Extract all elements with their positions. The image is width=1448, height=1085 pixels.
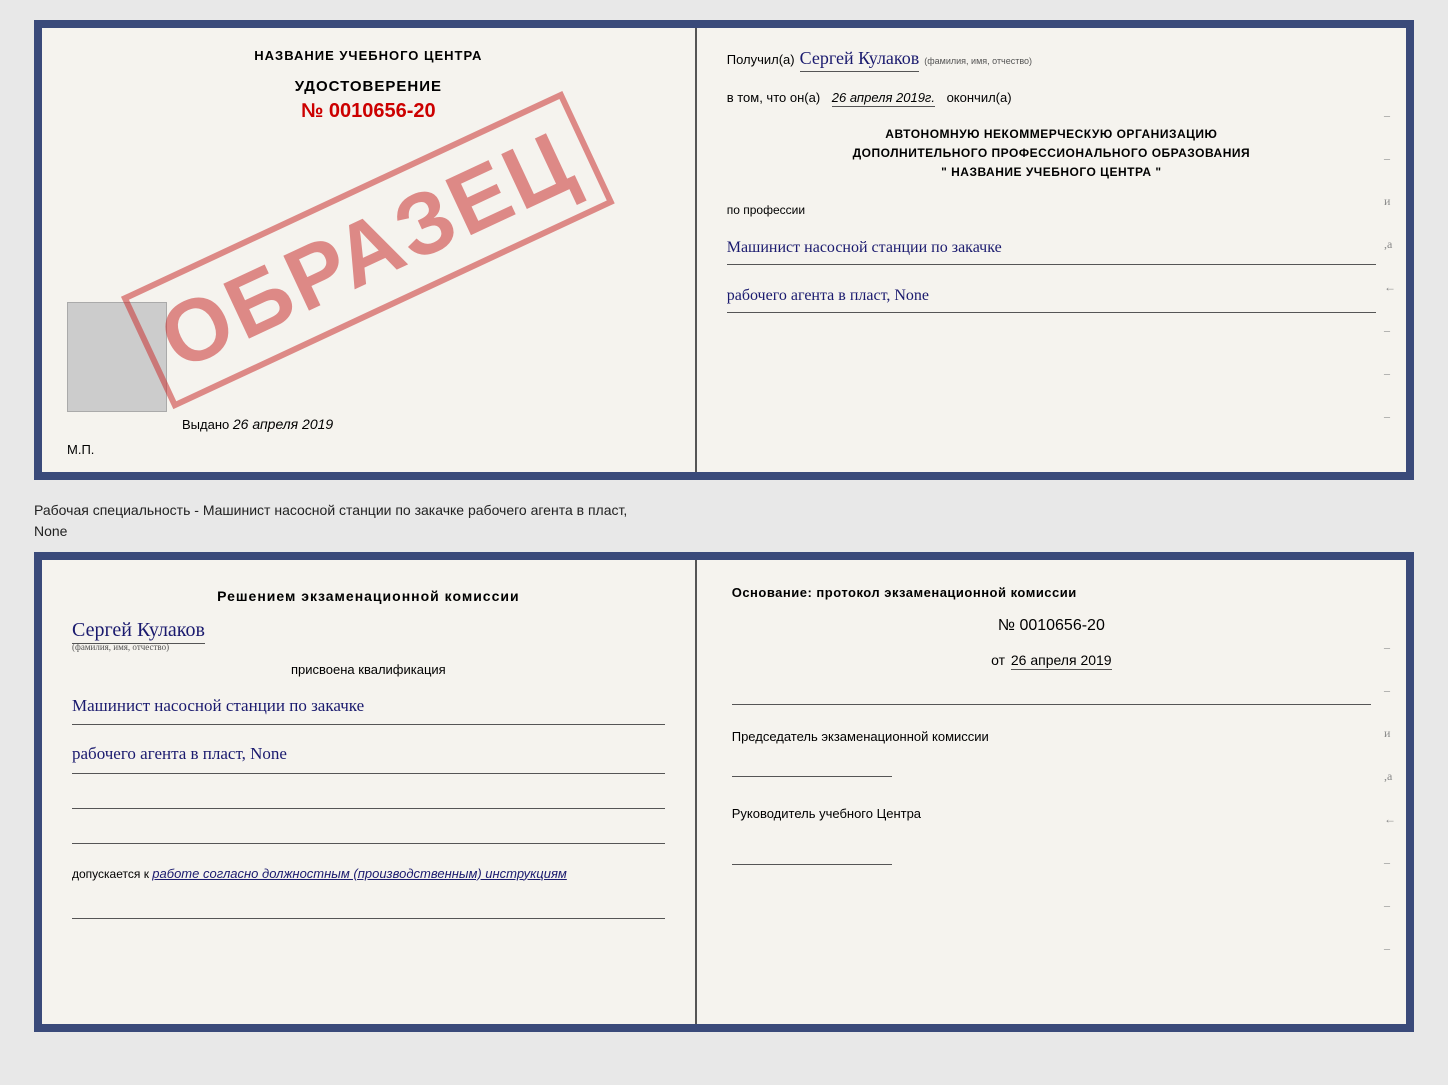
head-sign-line	[732, 843, 892, 865]
org-line1: АВТОНОМНУЮ НЕКОММЕРЧЕСКУЮ ОРГАНИЗАЦИЮ	[727, 125, 1376, 144]
commission-title: Решением экзаменационной комиссии	[72, 585, 665, 609]
person-name: Сергей Кулаков	[72, 619, 205, 644]
admitted-label: допускается к работе согласно должностны…	[72, 864, 665, 885]
person-name-block: Сергей Кулаков (фамилия, имя, отчество)	[72, 619, 665, 652]
org-line3: " НАЗВАНИЕ УЧЕБНОГО ЦЕНТРА "	[727, 163, 1376, 182]
protocol-date-val: 26 апреля 2019	[1011, 652, 1112, 670]
top-doc-left: НАЗВАНИЕ УЧЕБНОГО ЦЕНТРА УДОСТОВЕРЕНИЕ №…	[42, 28, 697, 472]
bottom-doc-right: Основание: протокол экзаменационной коми…	[697, 560, 1406, 1024]
right-dashes: ––и,а←–––	[1384, 108, 1396, 424]
org-block: АВТОНОМНУЮ НЕКОММЕРЧЕСКУЮ ОРГАНИЗАЦИЮ ДО…	[727, 125, 1376, 183]
date-line: в том, что он(а) 26 апреля 2019г. окончи…	[727, 90, 1376, 105]
blank-line-1	[72, 787, 665, 809]
top-doc-title: НАЗВАНИЕ УЧЕБНОГО ЦЕНТРА	[67, 48, 670, 63]
date-suffix: окончил(а)	[947, 90, 1012, 105]
admitted-prefix: допускается к	[72, 867, 149, 881]
protocol-date-prefix: от	[991, 652, 1005, 668]
basis-title: Основание: протокол экзаменационной коми…	[732, 585, 1371, 600]
stamp-obrazec: ОБРАЗЕЦ	[121, 91, 615, 409]
date-prefix: в том, что он(а)	[727, 90, 820, 105]
person-hint: (фамилия, имя, отчество)	[72, 642, 665, 652]
top-document: НАЗВАНИЕ УЧЕБНОГО ЦЕНТРА УДОСТОВЕРЕНИЕ №…	[34, 20, 1414, 480]
admitted-val: работе согласно должностным (производств…	[152, 866, 567, 881]
protocol-number: № 0010656-20	[732, 617, 1371, 635]
chairman-sign-line	[732, 755, 892, 777]
protocol-date: от 26 апреля 2019	[732, 652, 1371, 668]
mp-label: М.П.	[67, 442, 94, 457]
top-doc-right: Получил(а) Сергей Кулаков (фамилия, имя,…	[697, 28, 1406, 472]
blank-line-2	[72, 822, 665, 844]
blank-line-3	[72, 897, 665, 919]
cert-label: УДОСТОВЕРЕНИЕ	[67, 78, 670, 95]
issued-prefix: Выдано	[182, 417, 229, 432]
recipient-hint: (фамилия, имя, отчество)	[924, 56, 1032, 66]
issued-date: 26 апреля 2019	[233, 416, 333, 432]
recipient-prefix: Получил(а)	[727, 52, 795, 67]
head-label: Руководитель учебного Центра	[732, 804, 1371, 824]
qual-line1: Машинист насосной станции по закачке	[72, 687, 665, 725]
bottom-doc-left: Решением экзаменационной комиссии Сергей…	[42, 560, 697, 1024]
profession-label: по профессии	[727, 203, 1376, 217]
subtitle-block: Рабочая специальность - Машинист насосно…	[34, 500, 1414, 542]
issued-line: Выдано 26 апреля 2019	[182, 416, 333, 432]
subtitle-line2: None	[34, 521, 1414, 542]
org-line2: ДОПОЛНИТЕЛЬНОГО ПРОФЕССИОНАЛЬНОГО ОБРАЗО…	[727, 144, 1376, 163]
profession-line2: рабочего агента в пласт, None	[727, 280, 1376, 313]
date-value: 26 апреля 2019г.	[832, 90, 935, 107]
qual-line2: рабочего агента в пласт, None	[72, 735, 665, 773]
chairman-block: Председатель экзаменационной комиссии	[732, 727, 1371, 777]
photo-placeholder	[67, 302, 167, 412]
recipient-name: Сергей Кулаков	[800, 48, 920, 72]
subtitle-line1: Рабочая специальность - Машинист насосно…	[34, 500, 1414, 521]
profession-line1: Машинист насосной станции по закачке	[727, 232, 1376, 265]
cert-number: № 0010656-20	[67, 100, 670, 123]
assigned-label: присвоена квалификация	[72, 662, 665, 677]
bottom-document: Решением экзаменационной комиссии Сергей…	[34, 552, 1414, 1032]
blank-line-right-1	[732, 683, 1371, 705]
right-dashes-bottom: ––и,а←–––	[1384, 640, 1396, 956]
recipient-line: Получил(а) Сергей Кулаков (фамилия, имя,…	[727, 48, 1376, 72]
chairman-label: Председатель экзаменационной комиссии	[732, 727, 1371, 747]
